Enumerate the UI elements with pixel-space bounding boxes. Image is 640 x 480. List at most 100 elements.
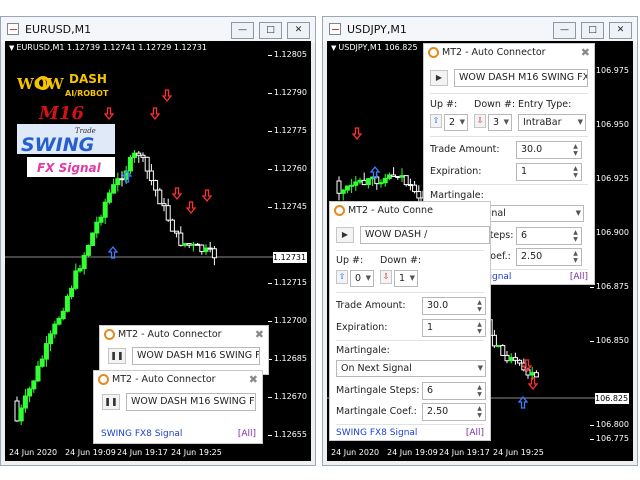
all-link[interactable]: [All] bbox=[238, 429, 256, 439]
close-window-button[interactable]: ✕ bbox=[287, 22, 310, 39]
down-count-label: Down #: bbox=[474, 99, 516, 110]
spinner-arrows-icon[interactable]: ▲ ▼ bbox=[475, 321, 484, 335]
martingale-select[interactable]: On Next Signal ▼ bbox=[336, 360, 486, 377]
close-icon[interactable]: ✖ bbox=[581, 46, 590, 59]
price-tick-label: 106.850 bbox=[589, 336, 629, 345]
entry-type-select[interactable]: IntraBar ▼ bbox=[518, 114, 586, 131]
spinner-arrows-icon[interactable]: ▲ ▼ bbox=[571, 165, 580, 179]
candle-body bbox=[136, 152, 142, 156]
maximize-button[interactable]: □ bbox=[259, 22, 282, 39]
pause-button[interactable]: ❚❚ bbox=[108, 348, 126, 364]
martingale-steps-input[interactable]: 6 ▲ ▼ bbox=[516, 227, 582, 245]
buy-arrow-icon bbox=[107, 245, 119, 259]
all-link[interactable]: [All] bbox=[466, 428, 484, 438]
swing-fx8-signal-link[interactable]: SWING FX8 Signal bbox=[336, 428, 417, 438]
logo-fx-signal: FX Signal bbox=[37, 161, 102, 175]
usdjpy-window-title: USDJPY,M1 bbox=[347, 23, 407, 36]
connector-title-b: MT2 - Auto Connector bbox=[98, 374, 216, 388]
play-button[interactable]: ▶ bbox=[336, 227, 354, 243]
divider bbox=[430, 184, 588, 185]
usdjpy-ohlc-line: ▼ USDJPY,M1 106.825 bbox=[331, 43, 418, 52]
candle-body bbox=[500, 345, 506, 356]
time-tick-label: 24 Jun 19:25 bbox=[493, 448, 544, 457]
down-count-select[interactable]: 1 ▼ bbox=[394, 270, 418, 287]
buy-arrow-icon bbox=[517, 395, 529, 409]
strategy-field-a[interactable]: WOW DASH M16 SWING FX S bbox=[132, 347, 260, 365]
candle-body bbox=[399, 175, 405, 178]
candle-body bbox=[69, 287, 75, 297]
candle-body bbox=[416, 191, 422, 199]
price-tick-label: 106.800 bbox=[589, 420, 629, 429]
entry-type-value: IntraBar bbox=[523, 117, 562, 128]
martingale-steps-input[interactable]: 6 ▲ ▼ bbox=[422, 382, 486, 400]
spinner-arrows-icon[interactable]: ▲ ▼ bbox=[475, 405, 484, 419]
spinner-arrows-icon[interactable]: ▲ ▼ bbox=[571, 143, 580, 157]
down-count-select[interactable]: 3 ▼ bbox=[488, 114, 512, 131]
sell-arrow-icon bbox=[161, 89, 173, 103]
candle-body bbox=[153, 180, 159, 191]
martingale-coef-input[interactable]: 2.50 ▲ ▼ bbox=[516, 248, 582, 266]
chevron-down-icon: ▼ bbox=[459, 118, 465, 126]
expiration-label: Expiration: bbox=[336, 322, 388, 333]
time-tick-label: 24 Jun 2020 bbox=[331, 448, 380, 457]
sell-arrow-icon bbox=[185, 201, 197, 215]
up-count-select[interactable]: 0 ▼ bbox=[350, 270, 374, 287]
spinner-arrows-icon[interactable]: ▲ ▼ bbox=[571, 229, 580, 243]
candle-body bbox=[378, 182, 384, 185]
all-link[interactable]: [All] bbox=[570, 272, 588, 282]
candle-body bbox=[132, 152, 138, 158]
price-tick-label: 106.975 bbox=[589, 66, 629, 75]
candle-body bbox=[64, 295, 70, 312]
auto-connector-panel-b[interactable]: MT2 - Auto Connector ✖ ❚❚ WOW DASH M16 S… bbox=[93, 370, 263, 444]
trade-amount-input[interactable]: 30.0 ▲ ▼ bbox=[422, 297, 486, 315]
play-button[interactable]: ▶ bbox=[430, 70, 448, 86]
trade-amount-value: 30.0 bbox=[521, 144, 543, 155]
chart-window-icon bbox=[329, 23, 341, 35]
strategy-field-mid[interactable]: WOW DASH / bbox=[360, 226, 490, 244]
candle-body bbox=[48, 333, 54, 345]
auto-connector-panel-a[interactable]: MT2 - Auto Connector ✖ ❚❚ WOW DASH M16 S… bbox=[99, 325, 269, 375]
logo-m16: M16 bbox=[38, 103, 84, 124]
close-icon[interactable]: ✖ bbox=[249, 373, 258, 386]
martingale-coef-label: Martingale Coef.: bbox=[336, 406, 417, 417]
connector-title-top: MT2 - Auto Connector bbox=[428, 47, 546, 61]
candle-body bbox=[361, 179, 367, 186]
candle-body bbox=[491, 334, 497, 347]
minimize-button[interactable]: — bbox=[553, 22, 576, 39]
price-tick-label: 1.12700 bbox=[267, 316, 307, 325]
chevron-down-icon: ▼ bbox=[503, 118, 509, 126]
spinner-arrows-icon[interactable]: ▲ ▼ bbox=[475, 384, 484, 398]
wow-dash-logo: WOW DASH AI/ROBOT M16 Trade SWING FX Sig… bbox=[13, 69, 119, 199]
usdjpy-window-titlebar[interactable]: USDJPY,M1 — □ ✕ bbox=[323, 17, 637, 43]
time-tick-label: 24 Jun 19:17 bbox=[439, 448, 490, 457]
close-icon[interactable]: ✖ bbox=[255, 328, 264, 341]
up-count-select[interactable]: 2 ▼ bbox=[444, 114, 468, 131]
expiration-input[interactable]: 1 ▲ ▼ bbox=[422, 319, 486, 337]
auto-connector-panel-mid[interactable]: MT2 - Auto Conne ▶ WOW DASH / Up #: Down… bbox=[329, 201, 491, 441]
martingale-coef-input[interactable]: 2.50 ▲ ▼ bbox=[422, 403, 486, 421]
trade-amount-input[interactable]: 30.0 ▲ ▼ bbox=[516, 141, 582, 159]
maximize-button[interactable]: □ bbox=[581, 22, 604, 39]
spinner-arrows-icon[interactable]: ▲ ▼ bbox=[571, 250, 580, 264]
pause-button[interactable]: ❚❚ bbox=[102, 394, 120, 410]
martingale-label: Martingale: bbox=[336, 345, 390, 356]
eurusd-window-titlebar[interactable]: EURUSD,M1 — □ ✕ bbox=[1, 17, 315, 43]
candle-body bbox=[18, 407, 24, 422]
usdjpy-chart-window[interactable]: USDJPY,M1 — □ ✕ ▼ USDJPY,M1 106.825 106.9… bbox=[322, 16, 638, 466]
strategy-field-top[interactable]: WOW DASH M16 SWING FX S bbox=[454, 69, 588, 87]
price-tick-label: 1.12805 bbox=[267, 50, 307, 59]
arrow-down-icon: ⇩ bbox=[474, 114, 486, 128]
eurusd-chart-window[interactable]: EURUSD,M1 — □ ✕ ▼ EURUSD,M1 1.12739 1.127… bbox=[0, 16, 316, 466]
minimize-button[interactable]: — bbox=[231, 22, 254, 39]
down-count-value: 3 bbox=[493, 117, 500, 128]
expiration-input[interactable]: 1 ▲ ▼ bbox=[516, 163, 582, 181]
martingale-steps-value: 6 bbox=[427, 385, 434, 396]
candle-body bbox=[412, 184, 418, 193]
spinner-arrows-icon[interactable]: ▲ ▼ bbox=[475, 299, 484, 313]
close-window-button[interactable]: ✕ bbox=[609, 22, 632, 39]
eurusd-ohlc-text: EURUSD,M1 1.12739 1.12741 1.12729 1.1273… bbox=[16, 43, 207, 52]
candle-body bbox=[508, 357, 514, 362]
swing-fx8-signal-link[interactable]: SWING FX8 Signal bbox=[101, 429, 182, 439]
strategy-field-b[interactable]: WOW DASH M16 SWING FX S bbox=[126, 393, 256, 411]
candle-body bbox=[395, 175, 401, 178]
